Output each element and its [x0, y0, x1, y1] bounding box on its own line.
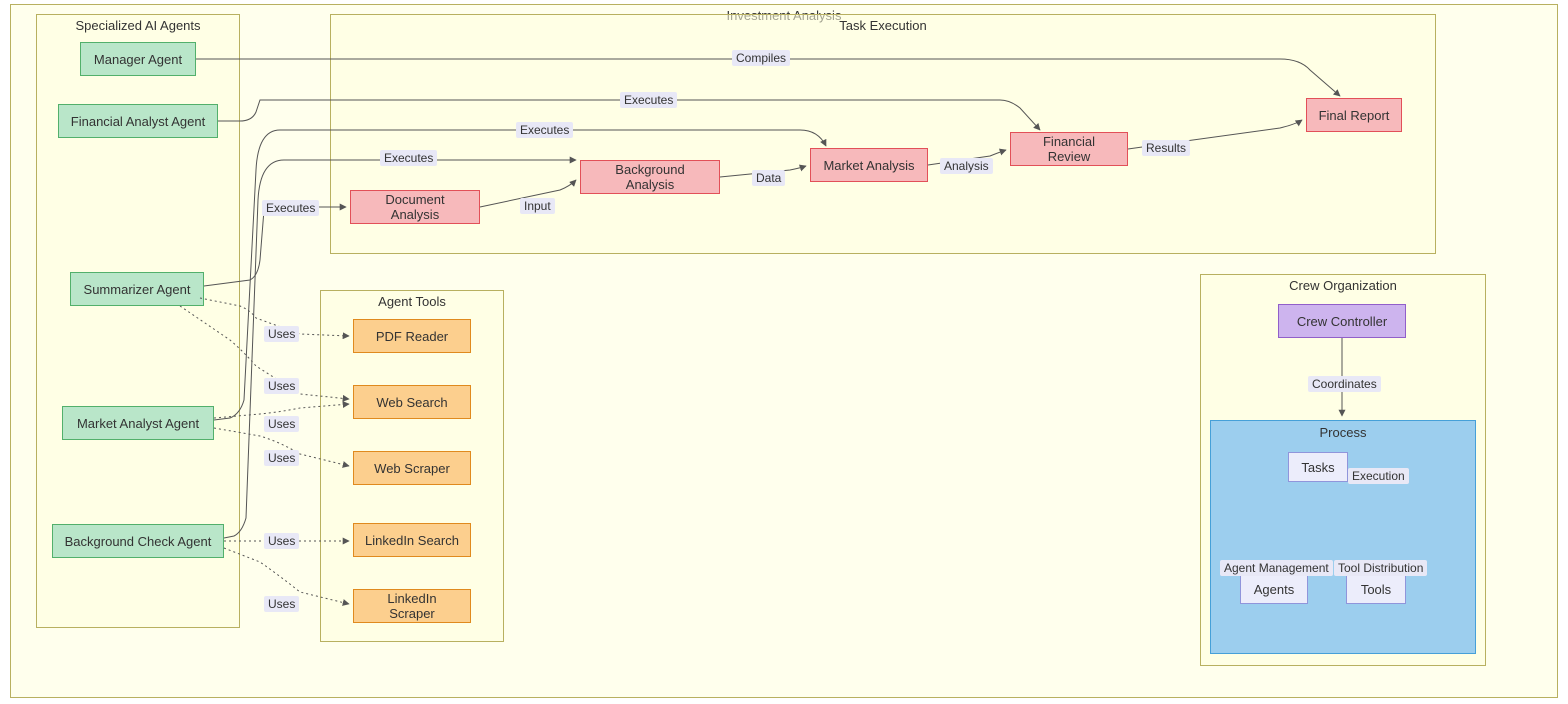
- node-label: Crew Controller: [1297, 314, 1387, 329]
- node-background-analysis: Background Analysis: [580, 160, 720, 194]
- edge-label-execution: Execution: [1348, 468, 1409, 484]
- edge-label-uses-1: Uses: [264, 326, 299, 342]
- node-label: Market Analyst Agent: [77, 416, 199, 431]
- node-linkedin-search: LinkedIn Search: [353, 523, 471, 557]
- node-label: LinkedIn Scraper: [364, 591, 460, 621]
- node-summarizer-agent: Summarizer Agent: [70, 272, 204, 306]
- node-label: PDF Reader: [376, 329, 448, 344]
- node-market-analysis: Market Analysis: [810, 148, 928, 182]
- node-label: Agents: [1254, 582, 1294, 597]
- edge-label-uses-5: Uses: [264, 533, 299, 549]
- node-label: Document Analysis: [361, 192, 469, 222]
- edge-label-results: Results: [1142, 140, 1190, 156]
- node-label: Background Check Agent: [65, 534, 212, 549]
- label-task-execution: Task Execution: [839, 18, 926, 33]
- node-label: Financial Review: [1021, 134, 1117, 164]
- node-label: LinkedIn Search: [365, 533, 459, 548]
- node-web-scraper: Web Scraper: [353, 451, 471, 485]
- node-label: Tasks: [1301, 460, 1334, 475]
- node-document-analysis: Document Analysis: [350, 190, 480, 224]
- edge-label-uses-6: Uses: [264, 596, 299, 612]
- node-linkedin-scraper: LinkedIn Scraper: [353, 589, 471, 623]
- edge-label-input: Input: [520, 198, 555, 214]
- edge-label-uses-3: Uses: [264, 416, 299, 432]
- node-pdf-reader: PDF Reader: [353, 319, 471, 353]
- edge-label-uses-2: Uses: [264, 378, 299, 394]
- label-specialized-agents: Specialized AI Agents: [75, 18, 200, 33]
- label-agent-tools: Agent Tools: [378, 294, 446, 309]
- node-label: Summarizer Agent: [84, 282, 191, 297]
- node-label: Manager Agent: [94, 52, 182, 67]
- node-label: Web Scraper: [374, 461, 450, 476]
- node-final-report: Final Report: [1306, 98, 1402, 132]
- container-task-execution: Task Execution: [330, 14, 1436, 254]
- edge-label-analysis: Analysis: [940, 158, 993, 174]
- label-crew-organization: Crew Organization: [1289, 278, 1397, 293]
- node-background-check-agent: Background Check Agent: [52, 524, 224, 558]
- node-label: Process: [1320, 425, 1367, 440]
- node-financial-analyst-agent: Financial Analyst Agent: [58, 104, 218, 138]
- node-crew-controller: Crew Controller: [1278, 304, 1406, 338]
- edge-label-uses-4: Uses: [264, 450, 299, 466]
- node-label: Tools: [1361, 582, 1391, 597]
- node-tasks-box: Tasks: [1288, 452, 1348, 482]
- node-label: Web Search: [376, 395, 447, 410]
- edge-label-executes-3: Executes: [380, 150, 437, 166]
- node-tools-box: Tools: [1346, 574, 1406, 604]
- node-market-analyst-agent: Market Analyst Agent: [62, 406, 214, 440]
- node-label: Financial Analyst Agent: [71, 114, 205, 129]
- edge-label-coordinates: Coordinates: [1308, 376, 1381, 392]
- edge-label-executes-1: Executes: [620, 92, 677, 108]
- edge-label-tool-distribution: Tool Distribution: [1334, 560, 1427, 576]
- edge-label-executes-2: Executes: [516, 122, 573, 138]
- node-manager-agent: Manager Agent: [80, 42, 196, 76]
- edge-label-compiles: Compiles: [732, 50, 790, 66]
- node-financial-review: Financial Review: [1010, 132, 1128, 166]
- node-web-search: Web Search: [353, 385, 471, 419]
- node-label: Background Analysis: [591, 162, 709, 192]
- node-label: Final Report: [1319, 108, 1390, 123]
- edge-label-agent-management: Agent Management: [1220, 560, 1333, 576]
- edge-label-executes-4: Executes: [262, 200, 319, 216]
- node-label: Market Analysis: [823, 158, 914, 173]
- node-agents-box: Agents: [1240, 574, 1308, 604]
- edge-label-data: Data: [752, 170, 785, 186]
